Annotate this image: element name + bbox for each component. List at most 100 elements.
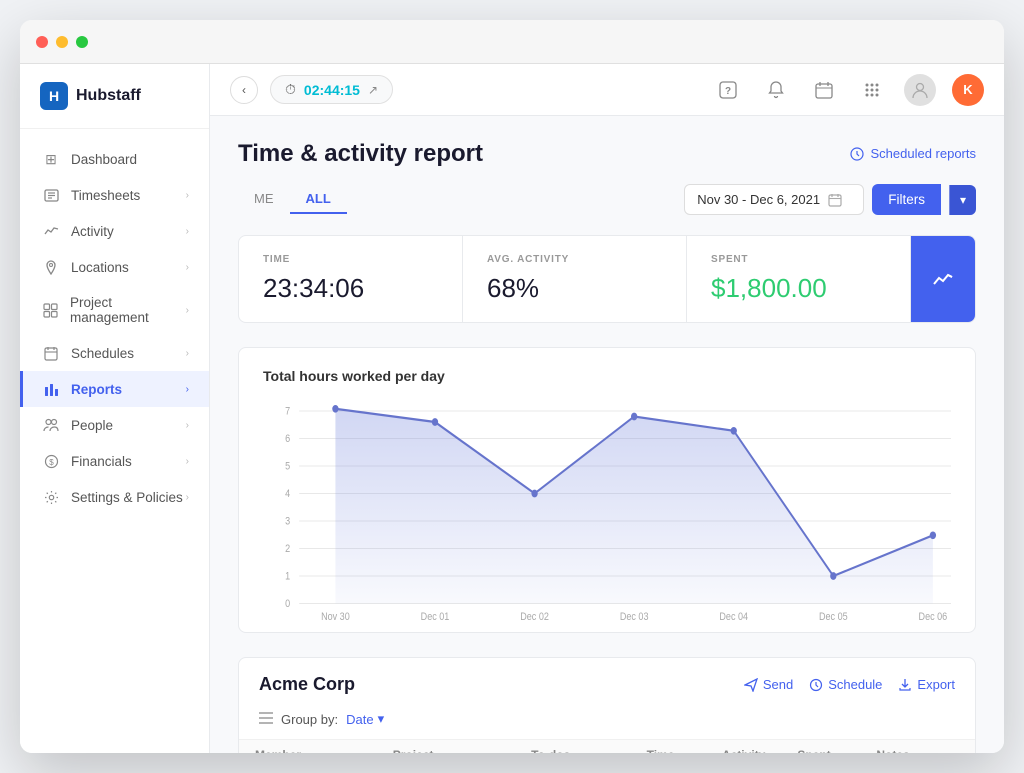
time-label: TIME: [263, 254, 438, 265]
group-by-icon: [259, 711, 273, 727]
minimize-button[interactable]: [56, 36, 68, 48]
group-by-value[interactable]: Date ▾: [346, 711, 384, 727]
calendar-icon-button[interactable]: [808, 74, 840, 106]
sidebar-item-people[interactable]: People ›: [20, 407, 209, 443]
data-table: Member Project To-dos Time Activity Spen…: [239, 739, 975, 753]
sidebar-logo: H Hubstaff: [20, 64, 209, 129]
sidebar-item-timesheets[interactable]: Timesheets ›: [20, 177, 209, 213]
filters-dropdown-button[interactable]: ▾: [949, 185, 976, 215]
spent-value: $1,800.00: [711, 273, 886, 304]
filters-button[interactable]: Filters: [872, 184, 941, 215]
timer-expand-icon[interactable]: ↗: [368, 83, 378, 97]
financials-icon: $: [43, 453, 59, 469]
svg-text:7: 7: [285, 406, 290, 418]
table-header-row: Member Project To-dos Time Activity Spen…: [239, 740, 975, 754]
col-activity: Activity: [706, 740, 781, 754]
help-icon-button[interactable]: ?: [712, 74, 744, 106]
timesheets-chevron: ›: [186, 190, 189, 201]
chart-point-1: [432, 418, 438, 426]
sidebar-item-dashboard[interactable]: ⊞ Dashboard: [20, 141, 209, 177]
settings-icon: [43, 489, 59, 505]
traffic-lights: [36, 36, 88, 48]
logo-text: Hubstaff: [76, 87, 141, 105]
tab-all[interactable]: ALL: [290, 185, 347, 214]
col-time: Time: [631, 740, 706, 754]
table-actions: Send Schedule Export: [744, 677, 955, 692]
activity-icon: [43, 223, 59, 239]
locations-icon: [43, 259, 59, 275]
page-header: Time & activity report Scheduled reports: [238, 140, 976, 168]
chart-point-6: [930, 531, 936, 539]
schedules-icon: [43, 345, 59, 361]
sidebar-item-locations[interactable]: Locations ›: [20, 249, 209, 285]
svg-text:0: 0: [285, 598, 290, 610]
date-range-input[interactable]: Nov 30 - Dec 6, 2021: [684, 184, 864, 215]
close-button[interactable]: [36, 36, 48, 48]
export-button[interactable]: Export: [898, 677, 955, 692]
group-by-row: Group by: Date ▾: [239, 711, 975, 739]
logo-icon: H: [40, 82, 68, 110]
metric-chart-action[interactable]: [911, 236, 975, 322]
sidebar-item-activity[interactable]: Activity ›: [20, 213, 209, 249]
table-header: Acme Corp Send Schedule: [239, 658, 975, 711]
svg-text:Dec 03: Dec 03: [620, 611, 649, 620]
svg-text:$: $: [49, 458, 54, 467]
user-initial-avatar[interactable]: K: [952, 74, 984, 106]
schedule-button[interactable]: Schedule: [809, 677, 882, 692]
svg-text:2: 2: [285, 543, 290, 555]
col-spent: Spent: [781, 740, 860, 754]
scheduled-reports-link[interactable]: Scheduled reports: [850, 146, 976, 161]
titlebar: [20, 20, 1004, 64]
back-button[interactable]: ‹: [230, 76, 258, 104]
chart-point-3: [631, 413, 637, 421]
activity-chevron: ›: [186, 226, 189, 237]
svg-text:?: ?: [725, 86, 731, 97]
page-title: Time & activity report: [238, 140, 483, 168]
schedules-chevron: ›: [186, 348, 189, 359]
svg-text:Dec 04: Dec 04: [719, 611, 748, 620]
timer-value: 02:44:15: [304, 82, 360, 98]
chart-title: Total hours worked per day: [263, 368, 951, 384]
metric-time: TIME 23:34:06: [239, 236, 463, 322]
tabs-filter-row: ME ALL Nov 30 - Dec 6, 2021 Filters ▾: [238, 184, 976, 215]
send-button[interactable]: Send: [744, 677, 793, 692]
svg-text:6: 6: [285, 433, 290, 445]
maximize-button[interactable]: [76, 36, 88, 48]
metrics-row: TIME 23:34:06 AVG. ACTIVITY 68% SPENT $1…: [238, 235, 976, 323]
tab-me[interactable]: ME: [238, 185, 290, 214]
svg-text:3: 3: [285, 516, 290, 528]
chart-point-4: [731, 427, 737, 435]
notifications-icon-button[interactable]: [760, 74, 792, 106]
svg-text:4: 4: [285, 488, 290, 500]
col-notes: Notes: [860, 740, 975, 754]
sidebar-item-schedules[interactable]: Schedules ›: [20, 335, 209, 371]
settings-chevron: ›: [186, 492, 189, 503]
col-project: Project: [377, 740, 515, 754]
company-name: Acme Corp: [259, 674, 355, 695]
svg-text:5: 5: [285, 461, 290, 473]
sidebar-item-settings[interactable]: Settings & Policies ›: [20, 479, 209, 515]
grid-icon-button[interactable]: [856, 74, 888, 106]
sidebar-item-reports[interactable]: Reports ›: [20, 371, 209, 407]
svg-text:Dec 02: Dec 02: [520, 611, 549, 620]
sidebar-nav: ⊞ Dashboard Timesheets ›: [20, 129, 209, 753]
svg-text:Nov 30: Nov 30: [321, 611, 350, 620]
avg-activity-value: 68%: [487, 273, 662, 304]
tabs: ME ALL: [238, 185, 347, 214]
sidebar-item-financials[interactable]: $ Financials ›: [20, 443, 209, 479]
timer-icon: ⏱: [285, 81, 296, 98]
user-avatar[interactable]: [904, 74, 936, 106]
spent-label: SPENT: [711, 254, 886, 265]
col-member: Member: [239, 740, 377, 754]
sidebar: H Hubstaff ⊞ Dashboard: [20, 64, 210, 753]
locations-chevron: ›: [186, 262, 189, 273]
sidebar-item-project-management[interactable]: Project management ›: [20, 285, 209, 335]
metric-spent: SPENT $1,800.00: [687, 236, 911, 322]
metric-avg-activity: AVG. ACTIVITY 68%: [463, 236, 687, 322]
dashboard-icon: ⊞: [43, 151, 59, 167]
time-value: 23:34:06: [263, 273, 438, 304]
avg-activity-label: AVG. ACTIVITY: [487, 254, 662, 265]
app-window: H Hubstaff ⊞ Dashboard: [20, 20, 1004, 753]
date-filter-row: Nov 30 - Dec 6, 2021 Filters ▾: [684, 184, 976, 215]
topbar-right: ? K: [712, 74, 984, 106]
